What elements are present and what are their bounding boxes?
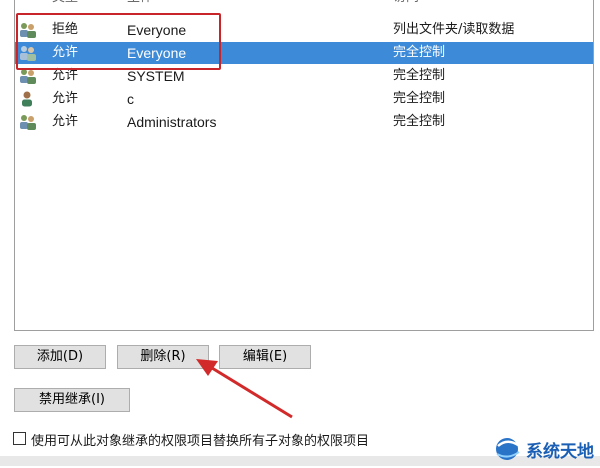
row-access: 列出文件夹/读取数据 (393, 22, 515, 37)
user-icon (18, 91, 38, 107)
row-principal: Administrators (127, 114, 217, 130)
header-type: 类型 (52, 0, 78, 9)
row-type: 拒绝 (52, 22, 79, 37)
permission-entries-list[interactable]: 类型 主体 访问 拒绝 Everyone 列出文件夹/读取数据 允许 Every… (14, 0, 594, 331)
row-principal: Everyone (127, 45, 187, 61)
row-type: 允许 (52, 68, 79, 83)
header-access: 访问 (393, 0, 419, 9)
group-icon (18, 114, 38, 130)
row-access: 完全控制 (393, 114, 446, 129)
globe-logo-icon (496, 438, 520, 460)
add-button[interactable]: 添加(D) (14, 345, 106, 369)
list-header: 类型 主体 访问 (15, 0, 593, 9)
group-icon (18, 45, 38, 61)
watermark-logo: 系统天地 (492, 432, 598, 464)
table-row[interactable]: 允许 SYSTEM 完全控制 (15, 65, 593, 87)
row-principal: c (127, 91, 134, 107)
remove-button[interactable]: 删除(R) (117, 345, 209, 369)
header-principal: 主体 (127, 0, 153, 9)
table-row[interactable]: 允许 Administrators 完全控制 (15, 111, 593, 133)
replace-child-permissions-checkbox[interactable] (13, 432, 26, 445)
group-icon (18, 68, 38, 84)
row-access: 完全控制 (393, 45, 446, 60)
replace-child-permissions-label: 使用可从此对象继承的权限项目替换所有子对象的权限项目 (31, 434, 370, 449)
row-principal: SYSTEM (127, 68, 185, 84)
row-access: 完全控制 (393, 91, 446, 106)
disable-inheritance-button[interactable]: 禁用继承(I) (14, 388, 130, 412)
group-icon (18, 22, 38, 38)
table-row-selected[interactable]: 允许 Everyone 完全控制 (15, 42, 593, 64)
row-type: 允许 (52, 91, 79, 106)
watermark-text: 系统天地 (526, 442, 594, 462)
row-principal: Everyone (127, 22, 187, 38)
row-type: 允许 (52, 45, 79, 60)
row-type: 允许 (52, 114, 79, 129)
table-row[interactable]: 拒绝 Everyone 列出文件夹/读取数据 (15, 19, 593, 41)
row-access: 完全控制 (393, 68, 446, 83)
table-row[interactable]: 允许 c 完全控制 (15, 88, 593, 110)
edit-button[interactable]: 编辑(E) (219, 345, 311, 369)
